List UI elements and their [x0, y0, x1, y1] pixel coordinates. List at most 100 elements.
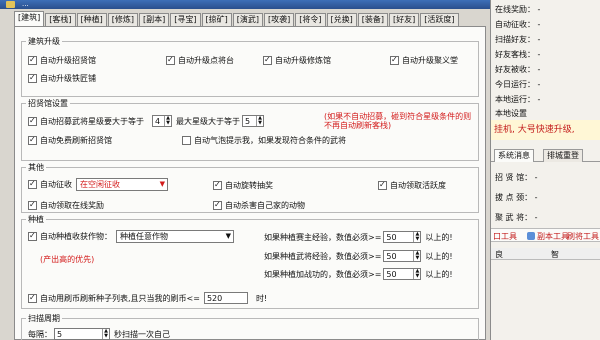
checkbox-row[interactable]: 自动升级铁匠铺 — [28, 73, 96, 84]
tab-yanwu[interactable]: [演武] — [232, 13, 263, 26]
cond-row: 如果种植武将经验，数值必须>= 50 ▲ ▼ 以上的! — [264, 250, 453, 262]
refresh-unit: 时! — [255, 293, 268, 303]
checkbox[interactable] — [166, 55, 175, 65]
zhongzhi-note: (产出高的优先) — [40, 255, 95, 264]
group-title: 种植 — [26, 214, 46, 225]
checkbox[interactable] — [28, 231, 37, 241]
checkbox[interactable] — [263, 55, 272, 65]
cond-row: 如果种植赛主经验，数值必须>= 50 ▲ ▼ 以上的! — [264, 231, 453, 243]
tool-links: 口工具 副本工具 刷将工具 — [491, 228, 600, 242]
cond-row: 如果种植加战功的，数值必须>= 50 ▲ ▼ 以上的! — [264, 268, 453, 280]
info-line: 招 贤 馆： - — [495, 173, 538, 182]
checkbox-row[interactable]: 自动升级点将台 — [166, 55, 234, 66]
settings-panel: 建筑升级 自动升级招贤馆 自动升级点将台 自动升级修炼馆 自动升级聚义堂 自动升… — [14, 26, 486, 340]
checkbox-row[interactable]: 自动升级修炼馆 — [263, 55, 331, 66]
star-label: 自动招募武将星级要大于等于 — [40, 116, 144, 126]
checkbox-row[interactable]: 自动领取在线奖励 — [28, 200, 104, 211]
status-panel: 在线奖励： - 自动征收： - 扫描好友： - 好友客栈： - 好友被收： - … — [490, 0, 600, 340]
checkbox-row[interactable]: 自动杀害自己家的动物 — [213, 200, 305, 211]
checkbox[interactable] — [28, 55, 37, 65]
cond3-spinner[interactable]: 50 ▲ ▼ — [383, 268, 422, 280]
tab-relogin[interactable]: 排城重登 — [543, 149, 583, 162]
checkbox-row[interactable]: 自动升级聚义堂 — [390, 55, 458, 66]
tab-zhuangbei[interactable]: [装备] — [357, 13, 388, 26]
info-line: 拔 点 颈： - — [495, 193, 538, 202]
checkbox-label: 自动旋转抽奖 — [225, 181, 273, 190]
cond-unit: 以上的! — [425, 251, 453, 261]
checkbox[interactable] — [28, 179, 37, 189]
cond2-spinner[interactable]: 50 ▲ ▼ — [383, 250, 422, 262]
refresh-input[interactable]: 520 — [203, 292, 248, 304]
info-line: 聚 武 将： - — [495, 213, 538, 222]
tool-link[interactable]: 口工具 — [493, 231, 517, 242]
scan-row: 每隔： 5 ▲ ▼ 秒扫描一次自己 — [28, 328, 170, 340]
checkbox[interactable] — [28, 293, 37, 303]
tab-gongxi[interactable]: [攻袭] — [264, 13, 295, 26]
tab-bar: [建筑] [客栈] [种植] [修炼] [副本] [寻宝] [掠矿] [演武] … — [14, 11, 486, 26]
marquee-banner: 挂机, 大号快速升级, — [491, 120, 600, 140]
tab-jianzhu[interactable]: [建筑] — [14, 11, 45, 26]
window-title: ... — [22, 0, 29, 8]
cond-unit: 以上的! — [425, 269, 453, 279]
checkbox[interactable] — [28, 73, 37, 83]
checkbox[interactable] — [390, 55, 399, 65]
status-line: 自动征收： - — [495, 20, 541, 29]
checkbox[interactable] — [182, 136, 191, 145]
tab-system-message[interactable]: 系统消息 — [494, 149, 534, 162]
tab-kezhan[interactable]: [客栈] — [45, 13, 76, 26]
status-line: 本地运行： - — [495, 95, 541, 104]
list-header: 良 智 — [491, 248, 600, 260]
checkbox-label: 自动升级招贤馆 — [40, 56, 96, 65]
scan-spinner[interactable]: 5 ▲ ▼ — [54, 328, 110, 340]
group-jianzhu: 建筑升级 自动升级招贤馆 自动升级点将台 自动升级修炼馆 自动升级聚义堂 自动升… — [21, 36, 479, 97]
checkbox-row[interactable]: 自动升级招贤馆 — [28, 55, 96, 66]
scan-suffix: 秒扫描一次自己 — [114, 329, 170, 339]
tab-jiangling[interactable]: [将令] — [295, 13, 326, 26]
status-line: 今日运行： - — [495, 80, 541, 89]
checkbox-row[interactable]: 自动领取活跃度 — [378, 180, 446, 191]
tab-haoyou[interactable]: [好友] — [389, 13, 420, 26]
local-settings-link[interactable]: 本地设置 — [495, 108, 527, 119]
zhengshou-label: 自动征收 — [40, 180, 72, 189]
shuajiang-tool-link[interactable]: 刷将工具 — [567, 231, 599, 242]
checkbox-row[interactable]: 自动旋转抽奖 — [213, 180, 273, 191]
crop-select[interactable]: 种植任意作物 ▼ — [116, 230, 234, 243]
checkbox-row[interactable]: 自动免费刷新招贤馆 — [28, 135, 112, 146]
group-scan: 扫描周期 每隔： 5 ▲ ▼ 秒扫描一次自己 — [21, 313, 479, 340]
checkbox-label: 自动气泡提示我，如果发现符合条件的武将 — [194, 136, 346, 145]
tool-icon — [527, 232, 535, 240]
fuben-tool-link[interactable]: 副本工具 — [527, 231, 569, 242]
checkbox[interactable] — [28, 200, 37, 210]
tab-duihuan[interactable]: [兑换] — [326, 13, 357, 26]
star-spinner[interactable]: 4 ▲ ▼ — [152, 115, 172, 127]
cond-label: 如果种植赛主经验，数值必须>= — [264, 232, 382, 242]
checkbox-label: 自动升级修炼馆 — [275, 56, 331, 65]
tab-xiulian[interactable]: [修炼] — [107, 13, 138, 26]
checkbox[interactable] — [28, 116, 37, 126]
checkbox-row[interactable]: 自动气泡提示我，如果发现符合条件的武将 — [182, 135, 346, 146]
status-line: 好友客栈： - — [495, 50, 541, 59]
cond-label: 如果种植加战功的，数值必须>= — [264, 269, 382, 279]
zhongzhi-auto-label: 自动种植收获作物： — [40, 232, 112, 241]
zhongzhi-auto-row: 自动种植收获作物： 种植任意作物▼ — [28, 230, 234, 243]
window-title-bar: ... — [0, 0, 490, 9]
checkbox-label: 自动免费刷新招贤馆 — [40, 136, 112, 145]
cond1-spinner[interactable]: 50 ▲ ▼ — [383, 231, 422, 243]
checkbox[interactable] — [213, 180, 222, 190]
status-line: 扫描好友： - — [495, 35, 541, 44]
tab-zhongzhi[interactable]: [种植] — [76, 13, 107, 26]
group-title: 扫描周期 — [26, 313, 62, 324]
scan-every-label: 每隔： — [28, 329, 52, 339]
max-spinner[interactable]: 5 ▲ ▼ — [242, 115, 264, 127]
checkbox[interactable] — [213, 200, 222, 210]
checkbox[interactable] — [378, 180, 387, 190]
tab-huoyuedu[interactable]: [活跃度] — [420, 13, 459, 26]
zhengshou-select[interactable]: 在空闲征收 ▼ — [76, 178, 168, 191]
checkbox[interactable] — [28, 135, 37, 145]
status-line: 好友被收： - — [495, 65, 541, 74]
refresh-label: 自动用刷币刷新种子列表,且只当我的刷币<= — [40, 293, 200, 303]
tab-xunbao[interactable]: [寻宝] — [170, 13, 201, 26]
tab-lvekuang[interactable]: [掠矿] — [201, 13, 232, 26]
status-line: 在线奖励： - — [495, 5, 541, 14]
tab-fuben[interactable]: [副本] — [139, 13, 170, 26]
